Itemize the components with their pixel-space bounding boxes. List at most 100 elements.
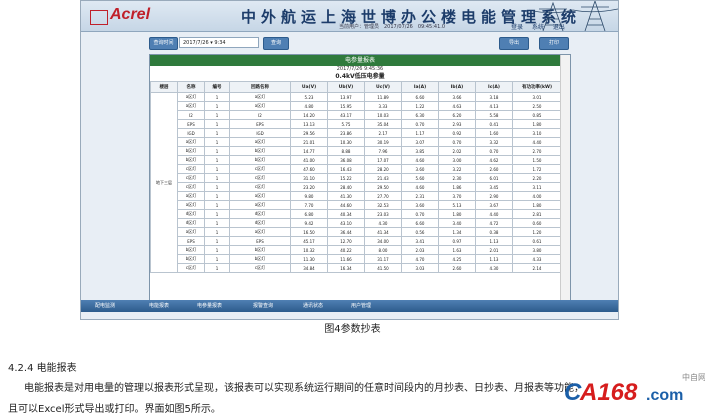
table-cell: 2.50 [512, 101, 562, 111]
search-button[interactable]: 查询 [263, 37, 289, 50]
nav-item-user-management[interactable]: 用户管理 [351, 300, 371, 312]
table-row[interactable]: c区灯 1 c区灯 47.60 16.43 28.20 3.60 3.22 2.60 1.72 [151, 164, 562, 174]
table-cell: a区灯 [229, 227, 291, 237]
print-button[interactable]: 打印 [539, 37, 569, 50]
table-cell: 4.62 [475, 155, 513, 165]
table-row[interactable]: EPS 1 EPS 45.17 12.70 34.00 3.41 0.97 1.13 0.61 [151, 236, 562, 246]
table-cell: 1 [204, 200, 230, 210]
table-cell: 0.70 [401, 209, 439, 219]
table-cell: a区灯 [177, 92, 205, 102]
nav-item-power-monitor[interactable]: 配电监测 [95, 300, 115, 312]
table-cell: 1 [204, 263, 230, 273]
table-row[interactable]: d区灯 1 d区灯 6.80 40.34 23.03 0.70 1.80 4.40 2.81 [151, 209, 562, 219]
table-row[interactable]: c区灯 1 c区灯 34.84 16.34 41.50 3.03 2.60 4.30 2.14 [151, 263, 562, 273]
table-row[interactable]: a区灯 1 a区灯 16.50 36.44 41.34 0.56 1.34 0.38 1.20 [151, 227, 562, 237]
nav-item-parameter-report[interactable]: 电参量报表 [197, 300, 222, 312]
table-cell: 3.01 [512, 92, 562, 102]
table-cell: 10.03 [364, 110, 402, 120]
table-cell: 8.00 [364, 245, 402, 255]
table-row[interactable]: EPS 1 EPS 13.13 5.75 35.04 0.70 2.93 0.41 1.80 [151, 119, 562, 129]
nav-item-comm-status[interactable]: 通讯状态 [303, 300, 323, 312]
table-cell: 0.61 [512, 236, 562, 246]
screenshot-window: Acrel 中外航运上海世博办公楼电能管理系统 当前用户：管理员 2017/07… [80, 0, 619, 320]
table-cell: 1 [204, 191, 230, 201]
table-cell: a区灯 [177, 137, 205, 147]
table-cell: 1 [204, 218, 230, 228]
watermark-tag: 中自网 [682, 372, 705, 382]
table-cell: 43.10 [327, 218, 365, 228]
table-row[interactable]: 地下三层 a区灯 1 a区灯 5.23 13.97 11.89 6.60 3.66 3.18 3.0… [150, 92, 562, 273]
table-row[interactable]: c区灯 1 c区灯 23.20 28.40 29.50 4.60 1.86 3.45 3.11 [151, 182, 562, 192]
column-header: 楼层 [150, 81, 178, 93]
table-cell: 40.22 [327, 245, 365, 255]
table-cell: 4.30 [475, 263, 513, 273]
table-cell: 23.20 [290, 182, 328, 192]
table-cell: 2.01 [475, 245, 513, 255]
table-row[interactable]: b区灯 1 b区灯 10.32 40.22 8.00 2.03 1.63 2.01 3.80 [151, 245, 562, 255]
table-cell: 1.86 [438, 182, 476, 192]
column-header: Uc(V) [364, 81, 402, 93]
table-cell: b区灯 [177, 254, 205, 264]
table-cell: 3.22 [438, 164, 476, 174]
table-cell: EPS [177, 236, 205, 246]
logout-link[interactable]: 退出 [553, 24, 565, 31]
table-cell: d区灯 [177, 209, 205, 219]
table-row[interactable]: a区灯 1 a区灯 21.01 10.30 30.19 3.07 0.70 3.32 4.40 [151, 137, 562, 147]
table-cell: 1.63 [438, 245, 476, 255]
vertical-scrollbar[interactable] [560, 55, 570, 300]
table-cell: a区灯 [229, 101, 291, 111]
brand-name: Acrel [110, 6, 151, 23]
table-cell: 4.00 [512, 191, 562, 201]
table-cell: 0.97 [438, 236, 476, 246]
table-cell: 7.96 [364, 146, 402, 156]
table-cell: 36.44 [327, 227, 365, 237]
top-links: 登录 系统 退出 [511, 22, 572, 31]
table-cell: 0.38 [475, 227, 513, 237]
table-cell: d区灯 [177, 218, 205, 228]
table-row[interactable]: c区灯 1 c区灯 31.10 15.22 21.43 5.60 2.30 6.01 2.20 [151, 173, 562, 183]
current-user-info: 当前用户：管理员 2017/07/26 09:45:41.0 [339, 24, 446, 30]
table-cell: 1 [204, 227, 230, 237]
table-cell: 4.13 [475, 101, 513, 111]
table-cell: 1.50 [512, 155, 562, 165]
table-row[interactable]: a区灯 1 a区灯 9.80 41.30 27.70 2.31 3.70 2.90 4.00 [151, 191, 562, 201]
nav-item-energy-report[interactable]: 电能报表 [149, 300, 169, 312]
table-cell: 16.50 [290, 227, 328, 237]
table-cell: c区灯 [177, 173, 205, 183]
table-cell: 1 [204, 254, 230, 264]
table-row[interactable]: d区灯 1 d区灯 9.42 43.10 4.30 6.60 3.40 4.72 0.60 [151, 218, 562, 228]
table-cell: 31.17 [364, 254, 402, 264]
system-link[interactable]: 系统 [532, 24, 544, 31]
table-row[interactable]: I2 1 I2 14.20 43.17 10.03 6.30 6.20 5.58 0.85 [151, 110, 562, 120]
column-header: 编号 [204, 81, 230, 93]
export-button[interactable]: 导出 [499, 37, 529, 50]
table-cell: 2.81 [512, 209, 562, 219]
query-time-button[interactable]: 查询时间 [149, 37, 178, 50]
table-row[interactable]: b区灯 1 b区灯 11.30 11.66 31.17 4.70 4.25 1.13 4.33 [151, 254, 562, 264]
column-header: Ua(V) [290, 81, 328, 93]
table-cell: 47.60 [290, 164, 328, 174]
table-cell: 8.88 [327, 146, 365, 156]
table-cell: 3.10 [512, 128, 562, 138]
table-cell: EPS [229, 236, 291, 246]
table-cell: 1.80 [438, 209, 476, 219]
table-row[interactable]: b区灯 1 b区灯 14.77 8.88 7.96 3.85 2.02 0.70 2.70 [151, 146, 562, 156]
table-cell: a区灯 [177, 227, 205, 237]
table-row[interactable]: IGD 1 IGD 29.56 23.86 2.17 1.17 0.92 1.60 3.10 [151, 128, 562, 138]
table-row[interactable]: a区灯 1 a区灯 7.70 44.60 32.53 3.60 5.13 3.67 1.80 [151, 200, 562, 210]
table-cell: 2.31 [401, 191, 439, 201]
table-cell: 1 [204, 182, 230, 192]
login-link[interactable]: 登录 [511, 24, 523, 31]
report-date: 2017/7/26 9:45:36 [336, 66, 384, 72]
nav-item-alarm-query[interactable]: 报警查询 [253, 300, 273, 312]
table-cell: 2.60 [475, 164, 513, 174]
date-field[interactable]: 2017/7/26 ▾ 9:34 [179, 37, 259, 48]
table-cell: 4.25 [438, 254, 476, 264]
table-cell: 5.13 [438, 200, 476, 210]
table-cell: 1.13 [475, 254, 513, 264]
column-header: 有功功率(kW) [512, 81, 562, 93]
table-row[interactable]: b区灯 1 b区灯 41.00 36.08 17.07 4.60 3.00 4.62 1.50 [151, 155, 562, 165]
table-row[interactable]: a区灯 1 a区灯 4.80 15.95 3.33 1.22 4.63 4.13 2.50 [151, 101, 562, 111]
table-cell: 29.50 [364, 182, 402, 192]
table-cell: 11.89 [364, 92, 402, 102]
